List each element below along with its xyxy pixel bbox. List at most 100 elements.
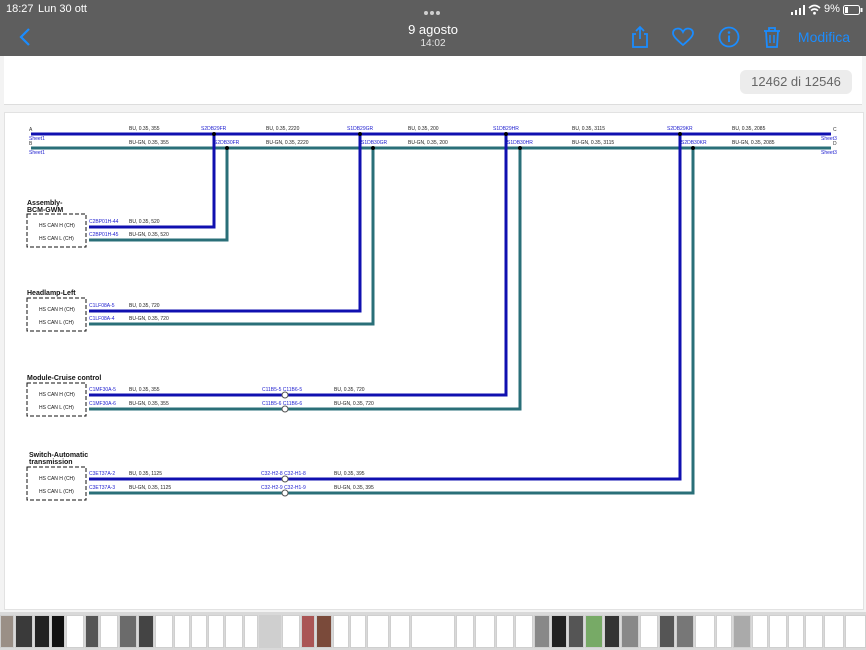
thumbnail[interactable] <box>411 615 455 648</box>
sheet-left-label-2: Sheet1 <box>29 150 45 156</box>
module-2-wire-l: BU-GN, 0.35, 720 <box>129 316 169 322</box>
module-3-wire-l: BU-GN, 0.35, 355 <box>129 401 169 407</box>
thumbnail[interactable] <box>769 615 787 648</box>
splice-3-bottom: S1DB30HR <box>507 140 533 146</box>
thumbnail[interactable] <box>534 615 550 648</box>
module-3-inline-h: C11B5-5 C11B6-5 <box>262 387 302 393</box>
module-2-wire-h: BU, 0.35, 720 <box>129 303 160 309</box>
thumbnail[interactable] <box>621 615 639 648</box>
module-2-conn-h: C1LF08A-5 <box>89 303 115 309</box>
thumbnail[interactable] <box>475 615 495 648</box>
status-time: 18:27 <box>6 3 34 15</box>
thumbnail[interactable] <box>316 615 332 648</box>
module-1-box[interactable] <box>26 213 87 248</box>
thumbnail[interactable] <box>585 615 603 648</box>
thumbnail[interactable] <box>100 615 118 648</box>
thumbnail[interactable] <box>138 615 154 648</box>
drop-wires <box>89 134 695 495</box>
thumbnail[interactable] <box>752 615 768 648</box>
share-icon <box>632 25 648 48</box>
splice-2-bottom: S1DB30GR <box>361 140 388 146</box>
sheet-left-label: Sheet1 <box>29 136 45 142</box>
module-1-wire-h: BU, 0.35, 520 <box>129 219 160 225</box>
battery-percent: 9% <box>824 3 840 15</box>
thumbnail[interactable] <box>333 615 349 648</box>
module-3-box[interactable] <box>26 382 87 417</box>
multitask-dots-icon[interactable] <box>424 6 444 15</box>
thumbnail[interactable] <box>155 615 173 648</box>
thumbnail[interactable] <box>208 615 224 648</box>
module-4-conn-h: C3ET37A-2 <box>89 471 115 477</box>
module-4-wire-l: BU-GN, 0.35, 1125 <box>129 485 171 491</box>
module-1-name-line2: BCM-GWM <box>27 207 63 214</box>
module-1-pin-l: HS CAN L (CH) <box>39 236 74 242</box>
segment-5-bugn: BU-GN, 0.35, 2085 <box>732 140 775 146</box>
thumbnail[interactable] <box>282 615 300 648</box>
thumbnail[interactable] <box>390 615 410 648</box>
module-1-wire-l: BU-GN, 0.35, 520 <box>129 232 169 238</box>
thumbnail[interactable] <box>0 615 14 648</box>
thumbnail[interactable] <box>367 615 389 648</box>
thumbnail[interactable] <box>119 615 137 648</box>
thumbnail[interactable] <box>244 615 258 648</box>
thumbnail[interactable] <box>568 615 584 648</box>
sheet-right-label-2: Sheet3 <box>821 150 837 156</box>
module-1-pin-h: HS CAN H (CH) <box>39 223 75 229</box>
thumbnail[interactable] <box>259 615 281 648</box>
thumbnail[interactable] <box>733 615 751 648</box>
trash-icon <box>764 27 780 48</box>
module-4-pin-h: HS CAN H (CH) <box>39 476 75 482</box>
edit-button[interactable]: Modifica <box>796 24 852 50</box>
delete-button[interactable] <box>760 24 784 50</box>
thumbnail[interactable] <box>515 615 533 648</box>
status-bar: 18:27 Lun 30 ott 9% <box>0 0 866 20</box>
module-4-pin-l: HS CAN L (CH) <box>39 489 74 495</box>
segment-2-bu: BU, 0.35, 2220 <box>266 126 300 132</box>
thumbnail[interactable] <box>845 615 866 648</box>
thumbnail[interactable] <box>604 615 620 648</box>
module-2-name: Headlamp-Left <box>27 290 76 297</box>
thumbnail[interactable] <box>824 615 844 648</box>
info-button[interactable] <box>716 24 742 50</box>
wiring-diagram-page[interactable]: A B C D Sheet1 Sheet1 Sheet3 Sheet3 BU, … <box>4 112 864 610</box>
thumbnail[interactable] <box>174 615 190 648</box>
heart-icon <box>672 27 694 47</box>
thumbnail-strip[interactable] <box>0 612 866 650</box>
module-2-box[interactable] <box>26 297 87 332</box>
thumbnail[interactable] <box>805 615 823 648</box>
thumbnail[interactable] <box>716 615 732 648</box>
segment-5-bu: BU, 0.35, 2085 <box>732 126 766 132</box>
thumbnail[interactable] <box>66 615 84 648</box>
thumbnail[interactable] <box>659 615 675 648</box>
thumbnail[interactable] <box>788 615 804 648</box>
thumbnail[interactable] <box>225 615 243 648</box>
thumbnail[interactable] <box>34 615 50 648</box>
thumbnail[interactable] <box>15 615 33 648</box>
splice-2-top: S1DB29GR <box>347 126 374 132</box>
thumbnail[interactable] <box>640 615 658 648</box>
share-button[interactable] <box>628 24 652 50</box>
sheet-right-label: Sheet3 <box>821 136 837 142</box>
module-3-wire-h: BU, 0.35, 355 <box>129 387 160 393</box>
module-4-box[interactable] <box>26 466 87 501</box>
thumbnail[interactable] <box>456 615 474 648</box>
thumbnail[interactable] <box>551 615 567 648</box>
thumbnail[interactable] <box>496 615 514 648</box>
thumbnail[interactable] <box>350 615 366 648</box>
module-4-wire-h: BU, 0.35, 1125 <box>129 471 162 477</box>
thumbnail[interactable] <box>695 615 715 648</box>
status-date: Lun 30 ott <box>38 3 87 15</box>
segment-1-bu: BU, 0.35, 355 <box>129 126 160 132</box>
thumbnail[interactable] <box>301 615 315 648</box>
thumbnail[interactable] <box>676 615 694 648</box>
favorite-button[interactable] <box>670 24 696 50</box>
nav-bar: 9 agosto 14:02 Modifica <box>0 20 866 56</box>
thumbnail[interactable] <box>85 615 99 648</box>
connector-c-label: C <box>833 127 837 133</box>
thumbnail[interactable] <box>191 615 207 648</box>
segment-1-bugn: BU-GN, 0.35, 355 <box>129 140 169 146</box>
thumbnail[interactable] <box>51 615 65 648</box>
splice-3-top: S1DB29HR <box>493 126 519 132</box>
signal-icon <box>791 5 805 15</box>
module-4-inline-connector-h <box>281 475 289 483</box>
